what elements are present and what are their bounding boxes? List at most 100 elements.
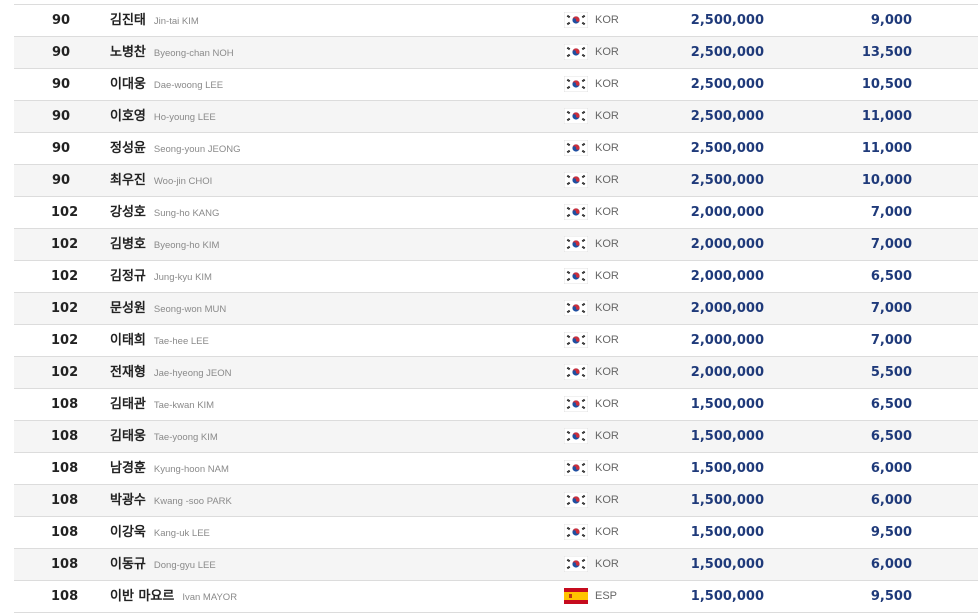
prize-money: 1,500,000 <box>690 493 764 508</box>
player-name-en: Dong-gyu LEE <box>153 560 216 571</box>
player-name-ko: 김병호 <box>110 237 146 252</box>
rank-cell: 90 <box>51 173 71 188</box>
table-row[interactable]: 102 강성호 Sung-ho KANG KOR 2,000,000 7,000 <box>14 197 978 229</box>
table-row[interactable]: 90 이대웅 Dae-woong LEE KOR 2,500,000 10,500 <box>14 69 978 101</box>
player-name-cell[interactable]: 남경훈 Kyung-hoon NAM <box>110 453 229 484</box>
rank-cell: 102 <box>51 365 79 380</box>
es-flag-icon <box>564 588 588 604</box>
kr-flag-icon <box>564 236 588 252</box>
player-name-cell[interactable]: 김정규 Jung-kyu KIM <box>110 261 212 292</box>
player-name-cell[interactable]: 김진태 Jin-tai KIM <box>110 5 199 36</box>
table-row[interactable]: 102 전재형 Jae-hyeong JEON KOR 2,000,000 5,500 <box>14 357 978 389</box>
prize-money: 2,500,000 <box>690 77 764 92</box>
player-name-cell[interactable]: 이강욱 Kang-uk LEE <box>110 517 210 548</box>
ranking-points: 9,500 <box>870 525 912 540</box>
rank-cell: 90 <box>51 141 71 156</box>
ranking-points: 9,500 <box>870 589 912 604</box>
player-name-cell[interactable]: 이태희 Tae-hee LEE <box>110 325 209 356</box>
ranking-points: 6,500 <box>870 397 912 412</box>
table-row[interactable]: 108 이동규 Dong-gyu LEE KOR 1,500,000 6,000 <box>14 549 978 581</box>
player-name-en: Jung-kyu KIM <box>153 272 212 283</box>
prize-money: 2,500,000 <box>690 173 764 188</box>
kr-flag-icon <box>564 268 588 284</box>
player-name-cell[interactable]: 이대웅 Dae-woong LEE <box>110 69 223 100</box>
country-code: KOR <box>595 398 619 410</box>
player-name-ko: 강성호 <box>110 205 146 220</box>
player-name-cell[interactable]: 이반 마요르 Ivan MAYOR <box>110 581 237 612</box>
player-name-cell[interactable]: 김태관 Tae-kwan KIM <box>110 389 214 420</box>
player-name-ko: 이호영 <box>110 109 146 124</box>
prize-money: 1,500,000 <box>690 429 764 444</box>
player-name-cell[interactable]: 김병호 Byeong-ho KIM <box>110 229 219 260</box>
player-name-ko: 이강욱 <box>110 525 146 540</box>
player-name-en: Jae-hyeong JEON <box>153 368 232 379</box>
country-code: KOR <box>595 78 619 90</box>
rank-cell: 108 <box>51 493 79 508</box>
ranking-points: 10,000 <box>861 173 912 188</box>
player-name-ko: 박광수 <box>110 493 146 508</box>
country-code: KOR <box>595 526 619 538</box>
kr-flag-icon <box>564 140 588 156</box>
ranking-points: 6,500 <box>870 269 912 284</box>
table-row[interactable]: 102 김병호 Byeong-ho KIM KOR 2,000,000 7,000 <box>14 229 978 261</box>
player-name-cell[interactable]: 이호영 Ho-young LEE <box>110 101 216 132</box>
prize-money: 2,500,000 <box>690 45 764 60</box>
rank-cell: 108 <box>51 589 79 604</box>
kr-flag-icon <box>564 12 588 28</box>
player-name-cell[interactable]: 최우진 Woo-jin CHOI <box>110 165 212 196</box>
kr-flag-icon <box>564 108 588 124</box>
table-row[interactable]: 90 노병찬 Byeong-chan NOH KOR 2,500,000 13,500 <box>14 37 978 69</box>
prize-money: 2,000,000 <box>690 237 764 252</box>
table-row[interactable]: 90 정성윤 Seong-youn JEONG KOR 2,500,000 11,000 <box>14 133 978 165</box>
ranking-points: 6,000 <box>870 557 912 572</box>
player-name-en: Ivan MAYOR <box>182 592 238 603</box>
prize-money: 1,500,000 <box>690 461 764 476</box>
table-row[interactable]: 90 최우진 Woo-jin CHOI KOR 2,500,000 10,000 <box>14 165 978 197</box>
table-row[interactable]: 108 김태웅 Tae-yoong KIM KOR 1,500,000 6,500 <box>14 421 978 453</box>
table-row[interactable]: 108 박광수 Kwang -soo PARK KOR 1,500,000 6,000 <box>14 485 978 517</box>
table-row[interactable]: 102 김정규 Jung-kyu KIM KOR 2,000,000 6,500 <box>14 261 978 293</box>
ranking-points: 6,000 <box>870 493 912 508</box>
rank-cell: 90 <box>51 109 71 124</box>
ranking-points: 6,000 <box>870 461 912 476</box>
player-name-en: Seong-youn JEONG <box>153 144 241 155</box>
player-name-cell[interactable]: 노병찬 Byeong-chan NOH <box>110 37 234 68</box>
player-name-en: Dae-woong LEE <box>153 80 224 91</box>
table-row[interactable]: 102 이태희 Tae-hee LEE KOR 2,000,000 7,000 <box>14 325 978 357</box>
player-name-cell[interactable]: 문성원 Seong-won MUN <box>110 293 226 324</box>
player-name-ko: 정성윤 <box>110 141 146 156</box>
kr-flag-icon <box>564 556 588 572</box>
kr-flag-icon <box>564 172 588 188</box>
country-code: KOR <box>595 238 619 250</box>
kr-flag-icon <box>564 524 588 540</box>
kr-flag-icon <box>564 204 588 220</box>
ranking-table: 90 김진태 Jin-tai KIM KOR 2,500,000 9,000 90 노병찬 B… <box>14 4 978 613</box>
kr-flag-icon <box>564 396 588 412</box>
table-row[interactable]: 108 이반 마요르 Ivan MAYOR ESP 1,500,000 9,500 <box>14 581 978 613</box>
table-row[interactable]: 108 김태관 Tae-kwan KIM KOR 1,500,000 6,500 <box>14 389 978 421</box>
player-name-cell[interactable]: 김태웅 Tae-yoong KIM <box>110 421 218 452</box>
table-row[interactable]: 108 이강욱 Kang-uk LEE KOR 1,500,000 9,500 <box>14 517 978 549</box>
country-code: KOR <box>595 14 619 26</box>
ranking-points: 11,000 <box>861 109 912 124</box>
prize-money: 2,000,000 <box>690 301 764 316</box>
kr-flag-icon <box>564 460 588 476</box>
player-name-cell[interactable]: 이동규 Dong-gyu LEE <box>110 549 216 580</box>
player-name-cell[interactable]: 정성윤 Seong-youn JEONG <box>110 133 241 164</box>
player-name-cell[interactable]: 강성호 Sung-ho KANG <box>110 197 219 228</box>
kr-flag-icon <box>564 332 588 348</box>
player-name-en: Jin-tai KIM <box>153 16 199 27</box>
table-row[interactable]: 108 남경훈 Kyung-hoon NAM KOR 1,500,000 6,000 <box>14 453 978 485</box>
player-name-en: Byeong-chan NOH <box>153 48 234 59</box>
country-code: KOR <box>595 366 619 378</box>
player-name-ko: 김태웅 <box>110 429 146 444</box>
country-code: KOR <box>595 46 619 58</box>
table-row[interactable]: 90 김진태 Jin-tai KIM KOR 2,500,000 9,000 <box>14 5 978 37</box>
country-code: KOR <box>595 462 619 474</box>
player-name-cell[interactable]: 박광수 Kwang -soo PARK <box>110 485 232 516</box>
kr-flag-icon <box>564 428 588 444</box>
ranking-points: 11,000 <box>861 141 912 156</box>
table-row[interactable]: 102 문성원 Seong-won MUN KOR 2,000,000 7,000 <box>14 293 978 325</box>
table-row[interactable]: 90 이호영 Ho-young LEE KOR 2,500,000 11,000 <box>14 101 978 133</box>
player-name-cell[interactable]: 전재형 Jae-hyeong JEON <box>110 357 232 388</box>
